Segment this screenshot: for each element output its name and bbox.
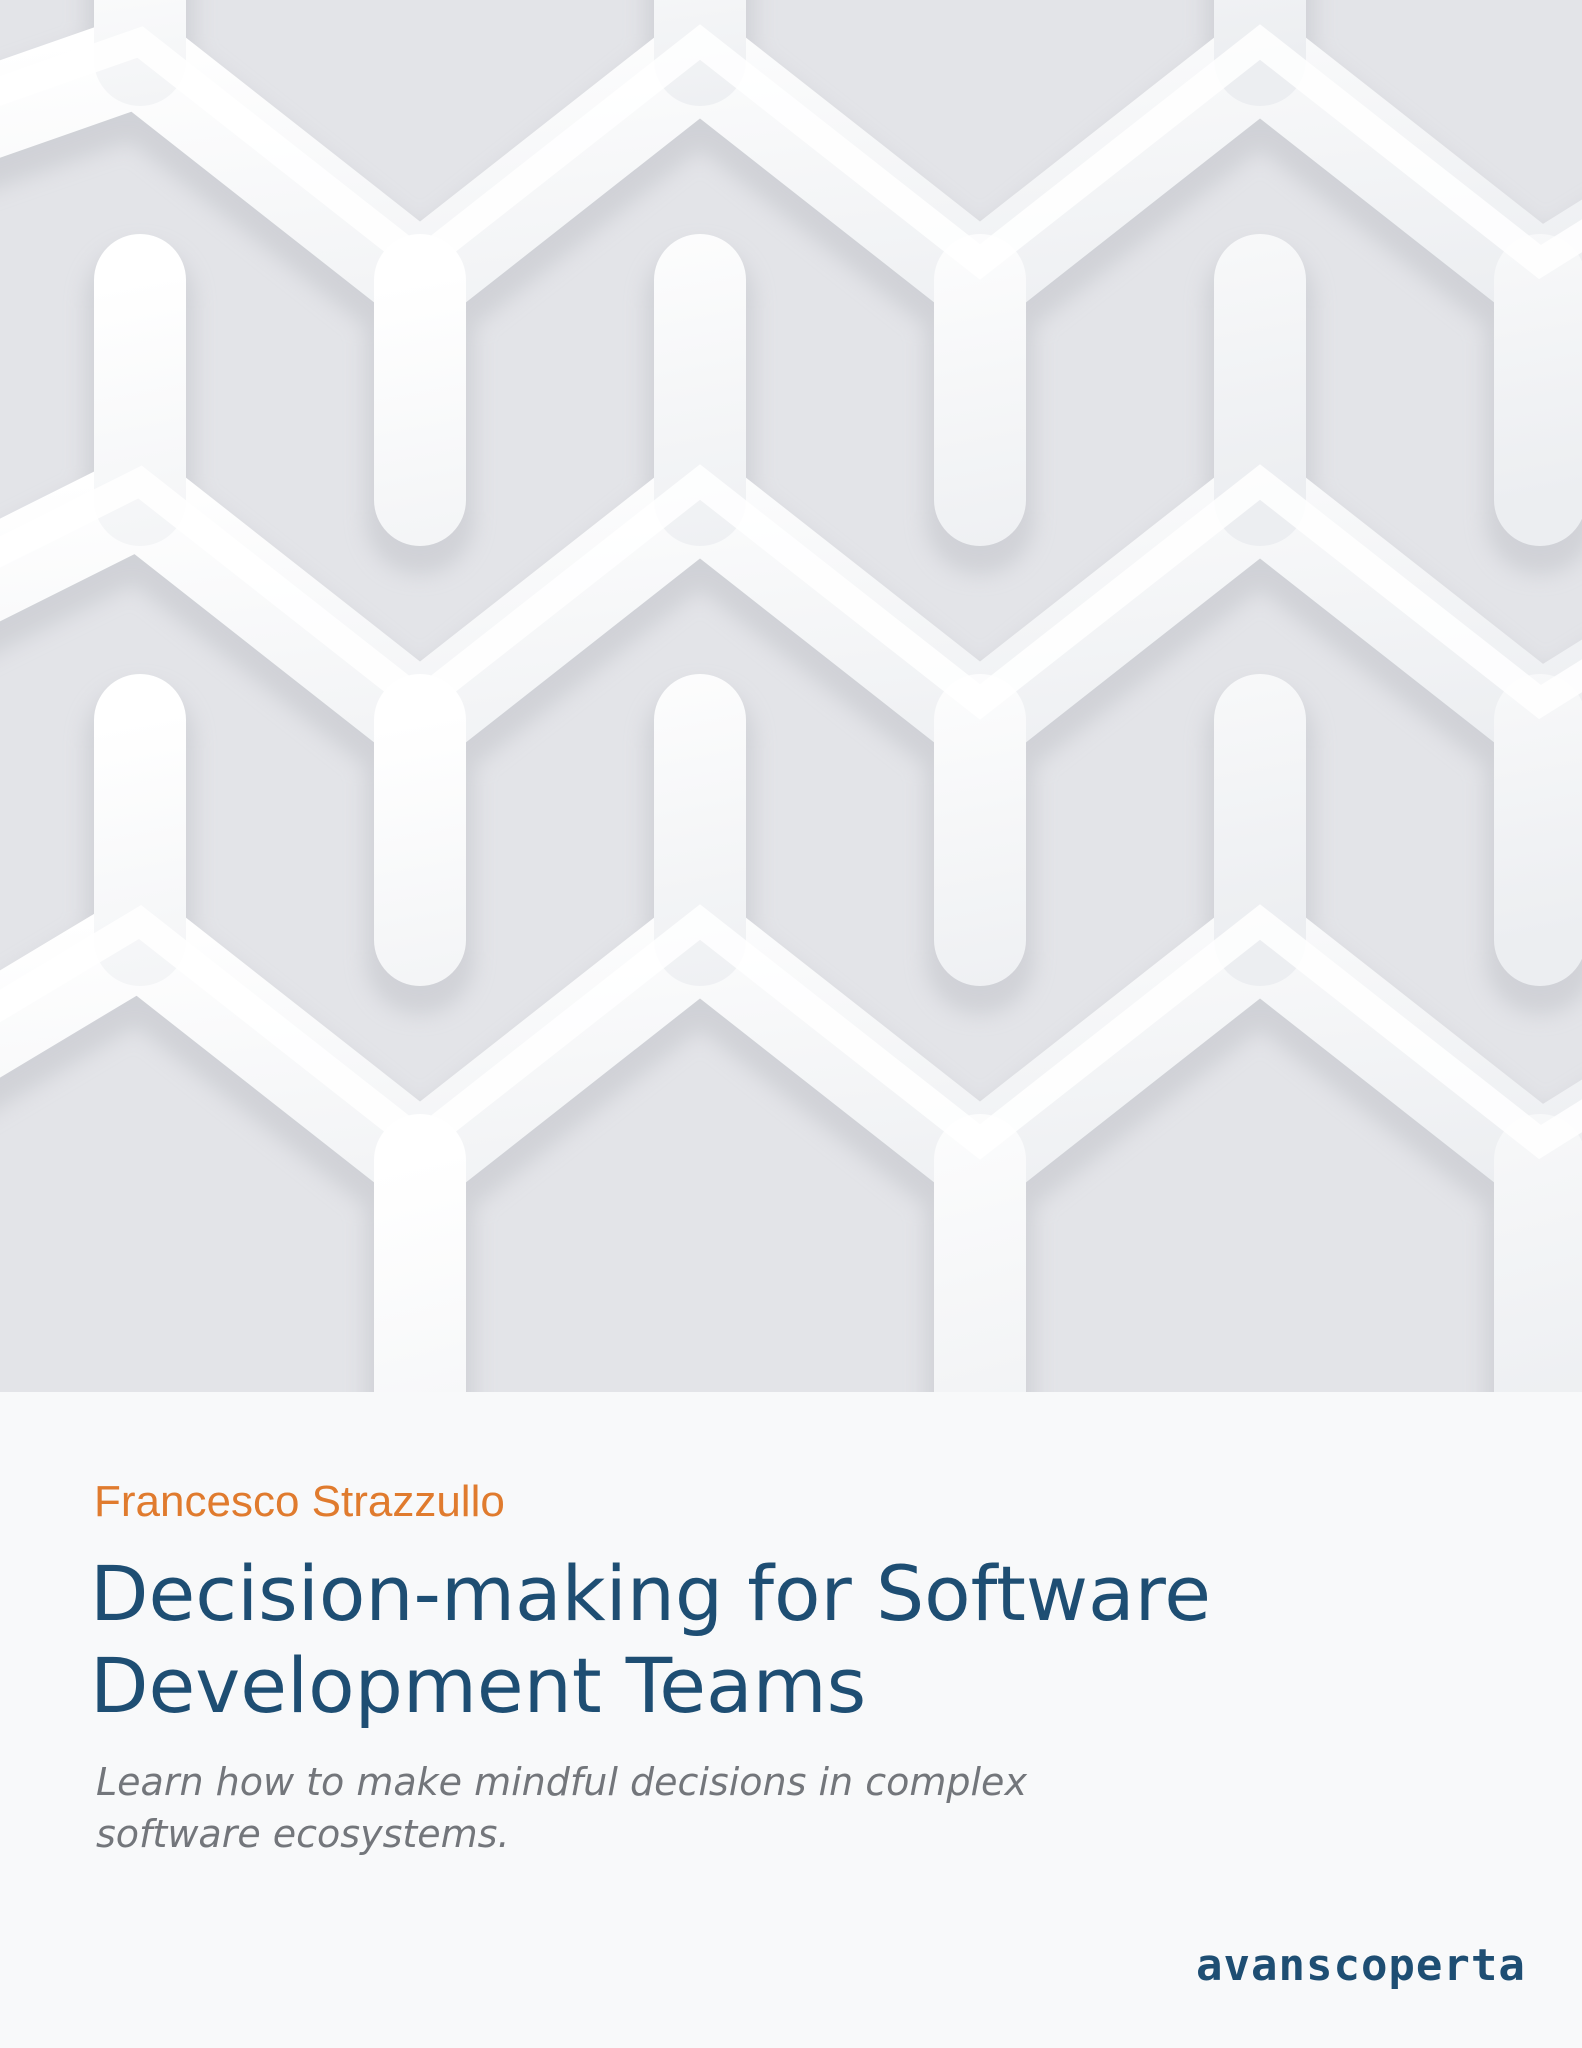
title-line-1: Decision-making for Software bbox=[90, 1549, 1211, 1638]
author-name: Francesco Strazzullo bbox=[94, 1477, 505, 1526]
subtitle-line-2: software ecosystems. bbox=[96, 1812, 510, 1856]
book-cover: Francesco Strazzullo Decision-making for… bbox=[0, 0, 1582, 2048]
white-lattice-image bbox=[0, 0, 1582, 1392]
cover-lattice-image bbox=[0, 0, 1582, 1392]
title-line-2: Development Teams bbox=[90, 1641, 867, 1730]
book-subtitle: Learn how to make mindful decisions in c… bbox=[96, 1756, 1296, 1860]
publisher-logo: avanscoperta bbox=[1196, 1940, 1526, 1991]
subtitle-line-1: Learn how to make mindful decisions in c… bbox=[96, 1760, 1027, 1804]
book-title: Decision-making for Software Development… bbox=[90, 1548, 1510, 1732]
